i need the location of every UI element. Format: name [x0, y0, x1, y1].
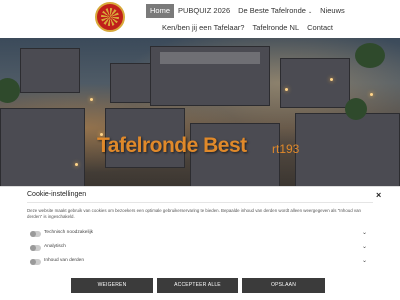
divider	[27, 202, 373, 203]
toggle-switch[interactable]	[30, 259, 41, 265]
chevron-down-icon[interactable]: ⌄	[362, 243, 367, 250]
street-light	[370, 93, 373, 96]
secondary-nav: Ken/ben jij een Tafelaar? Tafelronde NL …	[158, 22, 337, 34]
cookie-option-label: Analytisch	[44, 244, 66, 249]
chevron-down-icon[interactable]: ⌄	[362, 229, 367, 236]
cookie-option-third-party[interactable]: Inhoud van derden ⌄	[30, 257, 370, 267]
hero-subtitle: rt193	[272, 142, 300, 156]
building	[295, 113, 400, 188]
toggle-switch[interactable]	[30, 245, 41, 251]
tree	[0, 78, 20, 103]
cookie-title: Cookie-instellingen	[27, 191, 87, 198]
site-header: Home PUBQUIZ 2026 De Beste Tafelronde ⌄ N…	[0, 0, 400, 38]
tree	[345, 98, 367, 120]
close-icon[interactable]: ×	[376, 190, 381, 200]
logo-emblem	[101, 8, 119, 26]
nav-pubquiz[interactable]: PUBQUIZ 2026	[174, 4, 234, 18]
cookie-option-label: Inhoud van derden	[44, 258, 85, 263]
cookie-description: Deze website maakt gebruik van cookies o…	[27, 208, 361, 219]
nav-beste-tafelronde[interactable]: De Beste Tafelronde ⌄	[234, 4, 316, 19]
toggle-switch[interactable]	[30, 231, 41, 237]
cookie-option-label: Technisch noodzakelijk	[44, 230, 94, 235]
nav-tafelronde-nl[interactable]: Tafelronde NL	[248, 21, 303, 35]
street-light	[330, 78, 333, 81]
street-light	[75, 163, 78, 166]
building	[20, 48, 80, 93]
save-button[interactable]: OPSLAAN	[242, 278, 325, 293]
building	[280, 58, 350, 108]
chevron-down-icon[interactable]: ⌄	[362, 257, 367, 264]
street-light	[285, 88, 288, 91]
nav-beste-tafelronde-label: De Beste Tafelronde	[238, 5, 306, 15]
building	[0, 108, 85, 188]
nav-contact[interactable]: Contact	[303, 21, 337, 35]
nav-nieuws[interactable]: Nieuws	[316, 4, 349, 18]
hero-title: Tafelronde Best	[97, 134, 247, 157]
nav-tafelaar[interactable]: Ken/ben jij een Tafelaar?	[158, 21, 248, 35]
nav-home[interactable]: Home	[146, 4, 175, 18]
hero-image: Tafelronde Best rt193	[0, 38, 400, 188]
tree	[355, 43, 385, 68]
cookie-option-technical[interactable]: Technisch noodzakelijk ⌄	[30, 229, 370, 239]
refuse-button[interactable]: WEIGEREN	[71, 278, 153, 293]
street-light	[90, 98, 93, 101]
chevron-down-icon: ⌄	[307, 8, 313, 15]
cookie-option-analytics[interactable]: Analytisch ⌄	[30, 243, 370, 253]
accept-all-button[interactable]: ACCEPTEER ALLE	[157, 278, 238, 293]
main-nav: Home PUBQUIZ 2026 De Beste Tafelronde ⌄ N…	[146, 4, 349, 18]
rooftop	[160, 52, 260, 64]
tafelronde-logo[interactable]	[95, 2, 125, 32]
